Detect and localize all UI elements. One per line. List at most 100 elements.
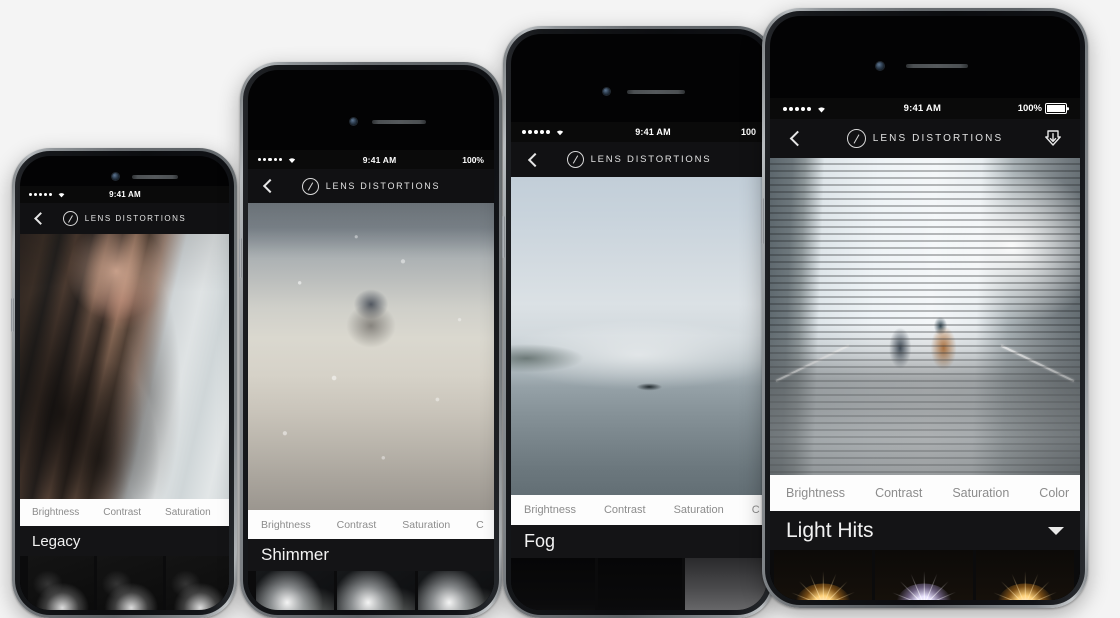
phone-light-hits: 9:41 AM 100% LENS DISTORTIONS Brightness… [761, 8, 1088, 608]
phone-glass: 9:41 AM 100% LENS DISTORTIONS Brightness… [248, 70, 494, 610]
tool-contrast[interactable]: Contrast [103, 507, 141, 518]
volume-button[interactable] [502, 216, 505, 258]
brand-label: LENS DISTORTIONS [325, 181, 441, 191]
status-time: 9:41 AM [362, 154, 397, 165]
tool-saturation[interactable]: Saturation [674, 504, 724, 516]
back-button[interactable] [30, 203, 50, 234]
status-signal [522, 128, 565, 136]
status-signal [258, 156, 297, 164]
photo-image [248, 203, 494, 510]
status-time: 9:41 AM [109, 190, 141, 199]
back-button[interactable] [259, 169, 281, 203]
front-camera-icon [876, 62, 884, 70]
tool-brightness[interactable]: Brightness [261, 519, 311, 531]
wifi-icon [288, 157, 296, 163]
back-button[interactable] [784, 119, 810, 158]
front-camera-icon [112, 173, 119, 180]
status-signal [29, 191, 66, 198]
pack-bar[interactable]: Shimmer [248, 539, 494, 571]
pack-name-label: Legacy [32, 532, 81, 550]
stair-railing-right [1000, 344, 1075, 382]
tool-contrast[interactable]: Contrast [337, 519, 377, 531]
status-bar: 9:41 AM 100 [511, 122, 767, 142]
preset-thumbnail-strip[interactable] [20, 556, 229, 610]
sensor-bar [511, 34, 767, 95]
preset-thumbnail-strip[interactable] [248, 571, 494, 610]
app-title: LENS DISTORTIONS [810, 129, 1040, 148]
tool-saturation[interactable]: Saturation [165, 507, 211, 518]
tool-contrast[interactable]: Contrast [604, 504, 646, 516]
preset-thumbnail[interactable] [976, 550, 1074, 600]
phone-legacy: 9:41 AM LENS DISTORTIONS Brightness Cont… [11, 148, 237, 618]
photo-image [511, 177, 767, 495]
preset-thumbnail[interactable] [166, 556, 229, 610]
photo-canvas[interactable] [511, 177, 767, 495]
status-signal [783, 105, 827, 113]
pack-bar[interactable]: Fog [511, 525, 767, 558]
photo-canvas[interactable] [770, 158, 1080, 475]
pack-name-label: Fog [524, 531, 556, 551]
front-camera-icon [603, 88, 610, 95]
adjust-toolbar: Brightness Contrast Saturation [20, 499, 229, 526]
app-title: LENS DISTORTIONS [50, 211, 199, 226]
nav-bar: LENS DISTORTIONS [248, 169, 494, 203]
nav-bar: LENS DISTORTIONS [20, 203, 229, 234]
nav-bar: LENS DISTORTIONS [511, 142, 767, 177]
brand-label: LENS DISTORTIONS [872, 133, 1004, 144]
nav-bar: LENS DISTORTIONS [770, 119, 1080, 158]
front-camera-icon [350, 118, 357, 125]
lens-circle-icon [62, 211, 78, 226]
tool-color[interactable]: C [752, 504, 760, 516]
preset-thumbnail[interactable] [418, 571, 494, 610]
preset-thumbnail[interactable] [875, 550, 973, 600]
tool-color[interactable]: Color [1039, 486, 1069, 500]
volume-button[interactable] [239, 238, 242, 278]
status-battery: 100 [741, 127, 756, 137]
volume-button[interactable] [761, 198, 764, 244]
tool-saturation[interactable]: Saturation [952, 486, 1009, 500]
chevron-left-icon [789, 130, 805, 147]
photo-canvas[interactable] [20, 234, 229, 499]
download-button[interactable] [1040, 119, 1066, 158]
volume-button[interactable] [11, 298, 14, 332]
chevron-left-icon [33, 212, 47, 225]
stair-railing-left [775, 344, 850, 382]
tool-brightness[interactable]: Brightness [32, 507, 79, 518]
pack-name-label: Light Hits [786, 518, 874, 542]
pack-bar[interactable]: Legacy [20, 526, 229, 556]
adjust-toolbar: Brightness Contrast Saturation Color [770, 475, 1080, 511]
tool-saturation[interactable]: Saturation [402, 519, 450, 531]
status-bar: 9:41 AM [20, 186, 229, 203]
phone-screen: 9:41 AM 100% LENS DISTORTIONS Brightness… [770, 98, 1080, 600]
back-button[interactable] [523, 142, 546, 177]
phone-screen: 9:41 AM 100% LENS DISTORTIONS Brightness… [248, 150, 494, 610]
lens-circle-icon [846, 129, 866, 148]
preset-thumbnail[interactable] [774, 550, 872, 600]
preset-thumbnail[interactable] [337, 571, 415, 610]
caret-down-icon[interactable] [1048, 526, 1064, 535]
battery-percent-label: 100% [462, 154, 484, 165]
preset-thumbnail-strip[interactable] [511, 558, 767, 610]
photo-canvas[interactable] [248, 203, 494, 510]
preset-thumbnail[interactable] [598, 558, 682, 610]
screenshot-canvas: 9:41 AM LENS DISTORTIONS Brightness Cont… [0, 0, 1120, 618]
tool-brightness[interactable]: Brightness [786, 486, 845, 500]
preset-thumbnail[interactable] [28, 556, 94, 610]
phone-glass: 9:41 AM LENS DISTORTIONS Brightness Cont… [20, 156, 229, 610]
tool-brightness[interactable]: Brightness [524, 504, 576, 516]
tool-contrast[interactable]: Contrast [875, 486, 922, 500]
pack-bar[interactable]: Light Hits [770, 511, 1080, 550]
status-bar: 9:41 AM 100% [248, 150, 494, 169]
preset-thumbnail[interactable] [685, 558, 767, 610]
wifi-icon [818, 106, 825, 112]
preset-thumbnail[interactable] [511, 558, 595, 610]
battery-percent-label: 100 [740, 127, 756, 137]
preset-thumbnail[interactable] [97, 556, 163, 610]
earpiece-speaker [627, 90, 685, 94]
status-time: 9:41 AM [903, 103, 942, 114]
sensor-bar [770, 16, 1080, 70]
app-title: LENS DISTORTIONS [546, 151, 732, 168]
preset-thumbnail-strip[interactable] [770, 550, 1080, 600]
preset-thumbnail[interactable] [256, 571, 334, 610]
tool-color[interactable]: C [476, 519, 484, 531]
